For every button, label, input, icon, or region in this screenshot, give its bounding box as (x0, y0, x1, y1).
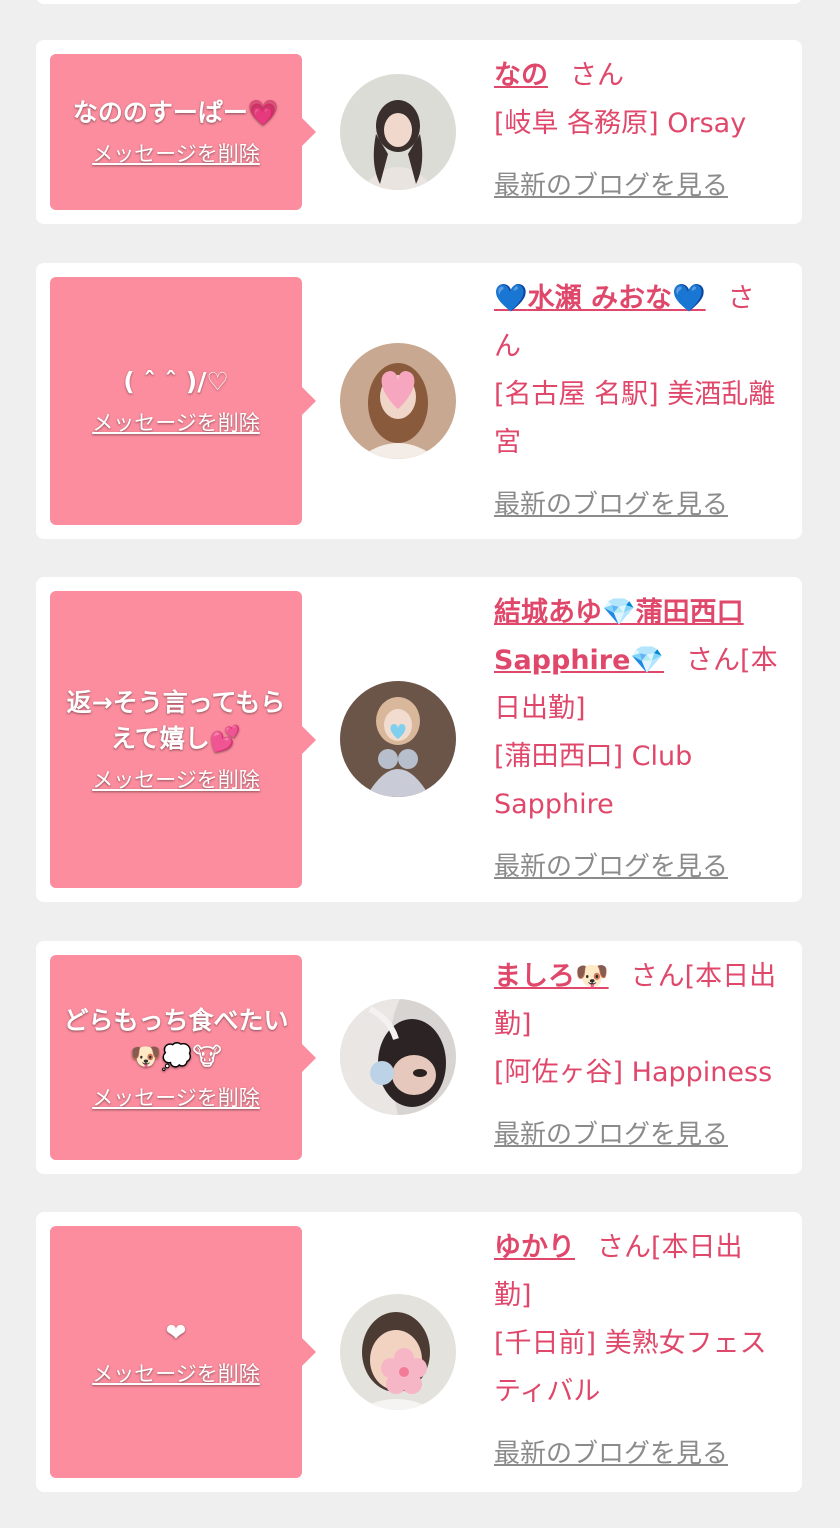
avatar[interactable] (340, 343, 456, 459)
message-text: 返→そう言ってもらえて嬉し💕 (66, 687, 286, 753)
heart-icon: 💙 (672, 283, 706, 314)
cast-info: 💙水瀬 みおな💙 さん [名古屋 名駅] 美酒乱離宮 最新のブログを見る (494, 275, 780, 529)
message-text: なののすーぱー💗 (72, 98, 280, 127)
delete-message-link[interactable]: メッセージを削除 (92, 408, 260, 438)
cast-name-link[interactable]: ゆかり (494, 1232, 575, 1263)
shop-area: [岐阜 各務原] Orsay (494, 108, 747, 139)
message-bubble: ( ˆ ˆ )/♡ メッセージを削除 (50, 277, 316, 525)
message-bubble: なののすーぱー💗 メッセージを削除 (50, 54, 316, 210)
message-card: どらもっち食べたい🐶💭🐮 メッセージを削除 ましろ🐶 さん[本日出勤] [阿佐ヶ谷… (36, 941, 802, 1174)
message-card: ❤ メッセージを削除 ゆかり さん[本日出勤] [千日前] 美熟女フェスティバル … (36, 1212, 802, 1492)
cast-name: 水瀬 みおな (527, 283, 673, 314)
shop-area: [名古屋 名駅] 美酒乱離宮 (494, 379, 776, 458)
avatar[interactable] (340, 74, 456, 190)
previous-card-edge (36, 0, 802, 4)
latest-blog-link[interactable]: 最新のブログを見る (494, 481, 728, 529)
cast-name-link[interactable]: 💙水瀬 みおな💙 (494, 283, 706, 314)
shop-area: [千日前] 美熟女フェスティバル (494, 1328, 767, 1407)
message-card: ( ˆ ˆ )/♡ メッセージを削除 💙水瀬 みおな💙 さん [名古屋 名駅] 美… (36, 263, 802, 539)
message-bubble: 返→そう言ってもらえて嬉し💕 メッセージを削除 (50, 591, 316, 888)
message-bubble: どらもっち食べたい🐶💭🐮 メッセージを削除 (50, 955, 316, 1160)
heart-icon: 💙 (494, 283, 528, 314)
latest-blog-link[interactable]: 最新のブログを見る (494, 843, 728, 891)
message-text: ( ˆ ˆ )/♡ (123, 367, 229, 396)
delete-message-link[interactable]: メッセージを削除 (92, 765, 260, 795)
delete-message-link[interactable]: メッセージを削除 (92, 1359, 260, 1389)
honorific: さん (570, 60, 624, 91)
delete-message-link[interactable]: メッセージを削除 (92, 1083, 260, 1113)
avatar[interactable] (340, 999, 456, 1115)
delete-message-link[interactable]: メッセージを削除 (92, 139, 260, 169)
avatar[interactable] (340, 681, 456, 797)
cast-info: ましろ🐶 さん[本日出勤] [阿佐ヶ谷] Happiness 最新のブログを見る (494, 953, 780, 1159)
latest-blog-link[interactable]: 最新のブログを見る (494, 1430, 728, 1478)
avatar[interactable] (340, 1294, 456, 1410)
message-card: 返→そう言ってもらえて嬉し💕 メッセージを削除 結城あゆ💎蒲田西口 Sapphi… (36, 577, 802, 902)
cast-name-link[interactable]: ましろ🐶 (494, 961, 609, 992)
shop-area: [阿佐ヶ谷] Happiness (494, 1057, 773, 1088)
latest-blog-link[interactable]: 最新のブログを見る (494, 162, 728, 210)
message-card: なののすーぱー💗 メッセージを削除 なの さん [岐阜 各務原] Orsay 最新… (36, 40, 802, 224)
cast-info: なの さん [岐阜 各務原] Orsay 最新のブログを見る (494, 52, 780, 210)
message-text: どらもっち食べたい🐶💭🐮 (63, 1005, 289, 1071)
cast-name-link[interactable]: なの (494, 60, 548, 91)
message-text: ❤ (165, 1318, 187, 1347)
latest-blog-link[interactable]: 最新のブログを見る (494, 1111, 728, 1159)
cast-info: ゆかり さん[本日出勤] [千日前] 美熟女フェスティバル 最新のブログを見る (494, 1224, 780, 1478)
shop-area: [蒲田西口] Club Sapphire (494, 741, 693, 820)
cast-info: 結城あゆ💎蒲田西口 Sapphire💎 さん[本日出勤] [蒲田西口] Club … (494, 589, 780, 891)
message-bubble: ❤ メッセージを削除 (50, 1226, 316, 1478)
